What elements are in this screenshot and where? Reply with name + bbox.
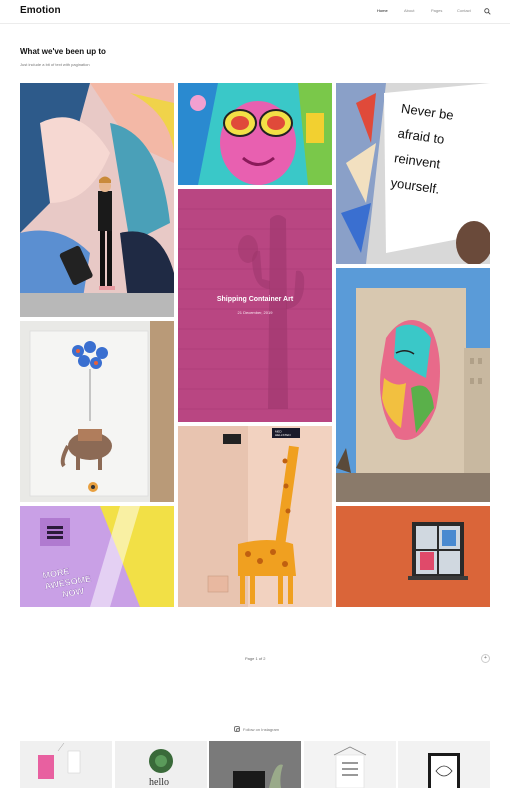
sunglasses-graffiti-image <box>178 83 332 185</box>
pagination-next-button[interactable]: + <box>481 654 490 663</box>
giraffe-wall-image: MED HELLSTEN <box>178 426 332 607</box>
featured-post-date: 21 December, 2019 <box>237 310 273 315</box>
search-icon[interactable] <box>484 8 491 15</box>
instagram-thumb-3-image <box>209 741 301 788</box>
instagram-thumb-5-image <box>398 741 490 788</box>
reinvent-mural-image: Never be afraid to reinvent yourself. <box>336 83 490 264</box>
nav-contact[interactable]: Contact <box>457 8 471 13</box>
gallery-item-balloon-elephant[interactable] <box>20 321 174 502</box>
section-title: What we've been up to <box>20 47 106 56</box>
instagram-thumb-4-image <box>304 741 396 788</box>
gallery-item-woman-mural[interactable] <box>20 83 174 317</box>
instagram-label[interactable]: Follow on Instagram <box>243 727 279 732</box>
pagination-label: Page 1 of 2 <box>245 656 266 661</box>
gallery-item-face-building[interactable] <box>336 268 490 502</box>
instagram-thumb-2-image: hello <box>115 741 207 788</box>
balloon-elephant-image <box>20 321 174 502</box>
gallery-item-reinvent-yourself[interactable]: Never be afraid to reinvent yourself. <box>336 83 490 264</box>
svg-text:HELLSTEN: HELLSTEN <box>275 433 291 437</box>
featured-post-title[interactable]: Shipping Container Art <box>178 296 332 303</box>
gallery-item-shipping-container-art[interactable]: Shipping Container Art 21 December, 2019 <box>178 189 332 422</box>
section-subtitle: Just include a bit of text with paginati… <box>20 62 90 67</box>
instagram-thumb-3[interactable] <box>209 741 301 788</box>
svg-text:hello: hello <box>149 777 169 788</box>
nav-home[interactable]: Home <box>377 8 388 13</box>
site-header: Emotion Home About Pages Contact <box>0 0 510 24</box>
instagram-thumb-1[interactable] <box>20 741 112 788</box>
gallery-item-orange-window[interactable] <box>336 506 490 607</box>
plus-icon: + <box>484 655 487 661</box>
woman-mural-image <box>20 83 174 317</box>
nav-pages[interactable]: Pages <box>431 8 442 13</box>
instagram-thumb-4[interactable] <box>304 741 396 788</box>
instagram-thumb-1-image <box>20 741 112 788</box>
nav-about[interactable]: About <box>404 8 414 13</box>
instagram-thumb-2[interactable]: hello <box>115 741 207 788</box>
gallery-item-giraffe[interactable]: MED HELLSTEN <box>178 426 332 607</box>
face-building-image <box>336 268 490 502</box>
gallery-item-more-awesome-now[interactable]: MORE AWESOME NOW <box>20 506 174 607</box>
pink-cactus-image <box>178 189 332 422</box>
instagram-icon <box>234 726 240 732</box>
site-logo[interactable]: Emotion <box>20 5 61 16</box>
gallery-item-sunglasses-graffiti[interactable] <box>178 83 332 185</box>
instagram-thumb-5[interactable] <box>398 741 490 788</box>
sticker-wall-image: MORE AWESOME NOW <box>20 506 174 607</box>
orange-wall-window-image <box>336 506 490 607</box>
